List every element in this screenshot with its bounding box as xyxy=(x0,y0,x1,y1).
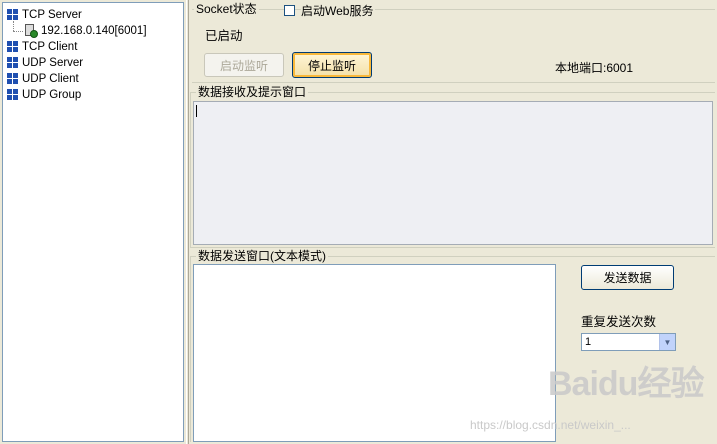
tree-item-label: TCP Server xyxy=(22,9,82,21)
network-icon xyxy=(7,73,19,85)
tree-item-label: 192.168.0.140[6001] xyxy=(41,25,147,37)
text-cursor xyxy=(196,105,197,117)
web-service-checkbox[interactable] xyxy=(284,5,295,16)
start-listen-button[interactable]: 启动监听 xyxy=(204,53,284,77)
tree-connector xyxy=(13,21,14,31)
local-port-text: 本地端口:6001 xyxy=(555,61,634,75)
send-textarea[interactable] xyxy=(193,264,556,442)
connection-tree[interactable]: TCP Server 192.168.0.140[6001] TCP Clien… xyxy=(2,2,184,442)
tree-item-label: TCP Client xyxy=(22,41,78,53)
connection-icon xyxy=(24,24,38,38)
tree-item-label: UDP Group xyxy=(22,89,82,101)
baidu-watermark-logo: Baidu经验 xyxy=(548,365,704,403)
send-group-title: 数据发送窗口(文本模式) xyxy=(196,249,328,263)
web-service-label: 启动Web服务 xyxy=(301,2,376,19)
repeat-count-label: 重复发送次数 xyxy=(581,315,657,329)
network-icon xyxy=(7,89,19,101)
splitter[interactable] xyxy=(186,0,189,444)
socket-status-title: Socket状态 xyxy=(194,2,259,16)
tree-item-connection[interactable]: 192.168.0.140[6001] xyxy=(24,23,147,39)
tree-item-tcp-server[interactable]: TCP Server xyxy=(7,7,82,23)
tree-item-udp-client[interactable]: UDP Client xyxy=(7,71,79,87)
tree-item-udp-group[interactable]: UDP Group xyxy=(7,87,81,103)
tree-connector xyxy=(13,31,23,32)
tree-item-tcp-client[interactable]: TCP Client xyxy=(7,39,77,55)
network-icon xyxy=(7,57,19,69)
socket-status-text: 已启动 xyxy=(205,29,243,43)
tree-item-udp-server[interactable]: UDP Server xyxy=(7,55,83,71)
receive-group-title: 数据接收及提示窗口 xyxy=(196,85,309,99)
send-data-button[interactable]: 发送数据 xyxy=(581,265,674,290)
tree-item-label: UDP Client xyxy=(22,73,79,85)
network-icon xyxy=(7,41,19,53)
url-watermark: https://blog.csdn.net/weixin_... xyxy=(470,418,631,432)
repeat-count-value: 1 xyxy=(585,336,592,348)
network-icon xyxy=(7,9,19,21)
receive-textarea[interactable] xyxy=(193,101,713,245)
tree-item-label: UDP Server xyxy=(22,57,84,69)
repeat-count-select[interactable]: 1 ▼ xyxy=(581,333,676,351)
stop-listen-button[interactable]: 停止监听 xyxy=(292,52,372,78)
chevron-down-icon[interactable]: ▼ xyxy=(659,334,675,350)
